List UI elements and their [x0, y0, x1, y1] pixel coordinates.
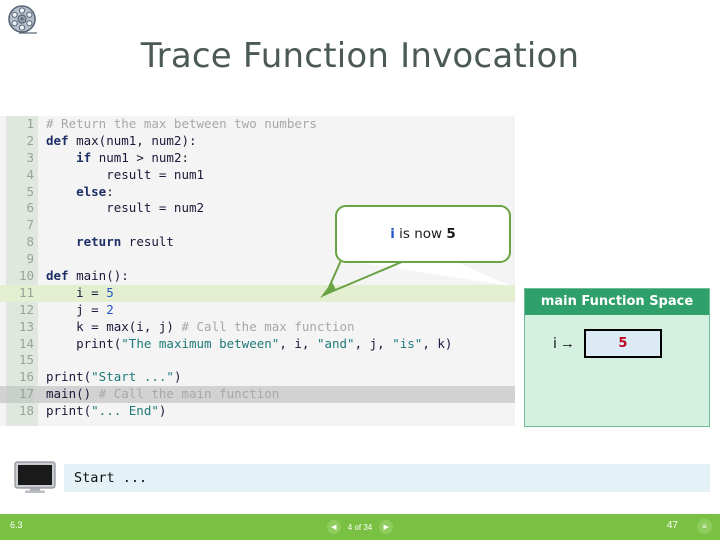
footer-bar: 6.3 ◀ 4 of 34 ▶ 47 ≡	[0, 514, 720, 540]
code-line: 13 k = max(i, j) # Call the max function	[0, 319, 515, 336]
code-line: 14 print("The maximum between", i, "and"…	[0, 336, 515, 353]
callout-bubble: i is now 5	[335, 205, 511, 263]
code-line-source: i = 5	[46, 284, 114, 300]
arrow-icon: →	[559, 335, 575, 352]
code-line-number: 1	[26, 116, 34, 131]
code-line-source: main() # Call the main function	[46, 386, 280, 402]
code-line-number: 15	[18, 352, 34, 368]
code-line-source: # Return the max between two numbers	[46, 116, 317, 131]
code-line-number: 6	[26, 200, 34, 216]
variable-value-box: 5	[583, 329, 662, 358]
film-reel-icon	[8, 5, 37, 34]
code-line-number: 18	[18, 403, 34, 419]
code-line-number: 8	[26, 234, 34, 250]
code-line-number: 4	[26, 166, 34, 182]
code-line-source: result = num2	[46, 200, 205, 216]
code-line: 2 def max(num1, num2):	[0, 133, 515, 150]
code-line-number: 3	[26, 149, 34, 165]
code-line-number: 7	[26, 217, 34, 233]
menu-icon[interactable]: ≡	[697, 519, 712, 534]
code-line-source: return result	[76, 234, 174, 250]
code-line: 16 print("Start ...")	[0, 369, 515, 386]
code-line-number: 17	[6, 386, 34, 404]
code-line: 3 if num1 > num2:	[0, 150, 515, 167]
code-line: 4 result = num1	[0, 167, 515, 184]
console-output: Start ...	[64, 464, 710, 492]
code-line-source: def main():	[46, 268, 129, 284]
next-slide-button[interactable]: ▶	[379, 520, 394, 534]
code-line-source: if num1 > num2:	[76, 149, 190, 165]
code-line: 12 j = 2	[0, 302, 515, 319]
code-line-source: print("Start ...")	[46, 369, 182, 385]
code-line-source: print("... End")	[46, 403, 167, 419]
code-line: 18 print("... End")	[0, 403, 515, 420]
footer-navigation: ◀ 4 of 34 ▶	[0, 514, 720, 540]
variable-row: i → 5	[553, 329, 662, 358]
code-line-source: def max(num1, num2):	[46, 132, 197, 148]
callout-middle: is now	[394, 226, 447, 242]
code-line-source: k = max(i, j) # Call the max function	[46, 318, 355, 334]
code-line-number: 12	[18, 301, 34, 317]
code-line-number: 2	[26, 132, 34, 148]
code-line-number: 16	[18, 369, 34, 385]
function-space-title: main Function Space	[525, 289, 709, 315]
code-line: 17 main() # Call the main function	[0, 386, 515, 404]
slide-counter: 4 of 34	[347, 522, 373, 532]
code-line-number: 5	[26, 183, 34, 199]
callout-text: i is now 5	[390, 226, 456, 242]
code-line-source: print("The maximum between", i, "and", j…	[46, 335, 453, 351]
variable-name: i	[553, 335, 557, 352]
code-line-number: 13	[18, 318, 34, 334]
prev-slide-button[interactable]: ◀	[326, 520, 341, 534]
code-line-number: 9	[26, 251, 34, 267]
code-line: 15	[0, 352, 515, 369]
callout-value: 5	[446, 226, 456, 242]
code-line: 1 # Return the max between two numbers	[0, 116, 515, 133]
code-line-source: else:	[76, 183, 114, 199]
page-number: 47	[666, 520, 678, 531]
function-space-panel: main Function Space i → 5	[524, 288, 710, 427]
page-title: Trace Function Invocation	[140, 36, 580, 76]
monitor-icon	[14, 461, 56, 493]
code-line-source: result = num1	[46, 166, 205, 182]
code-line-number: 11	[6, 284, 34, 302]
code-line-number: 10	[18, 268, 34, 284]
code-line-number: 14	[18, 335, 34, 351]
code-line-source: j = 2	[46, 301, 114, 317]
code-line: 5 else:	[0, 184, 515, 201]
variable-value: 5	[618, 336, 628, 351]
